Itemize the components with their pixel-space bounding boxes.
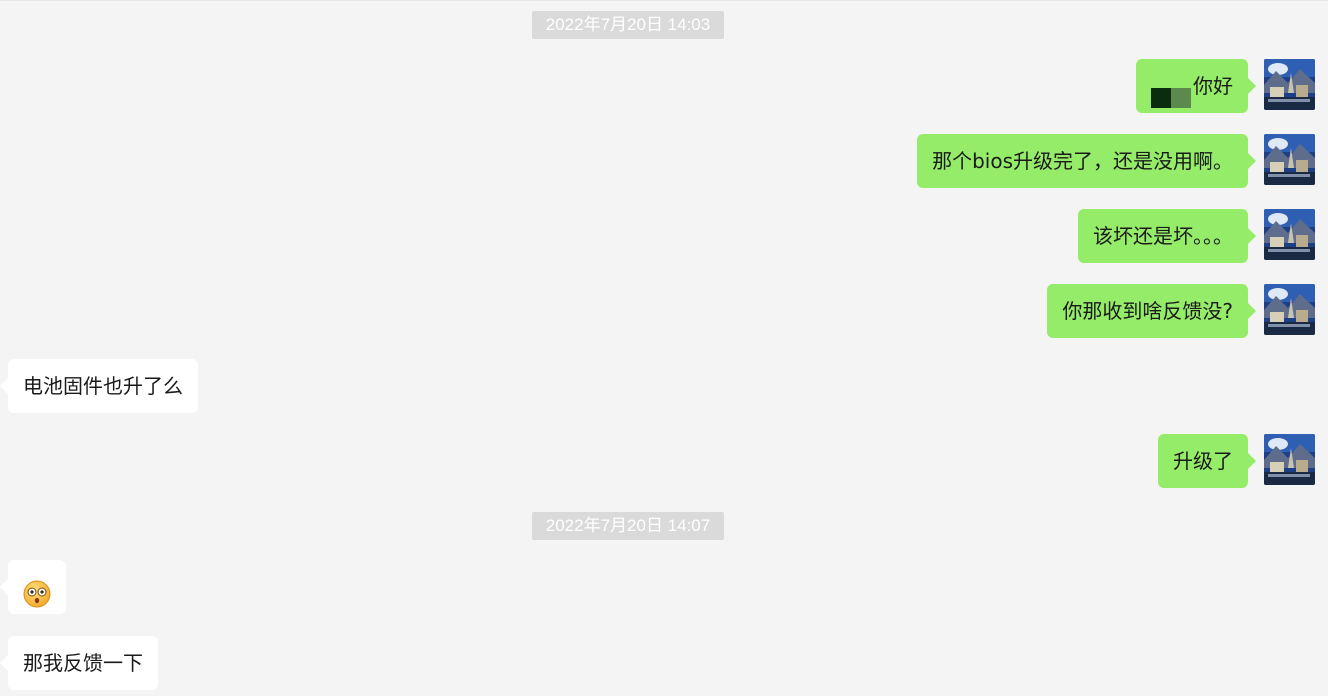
chat-window: 2022年7月20日 14:03 你好 那个bios升级完了，还是没用啊。 该坏… — [0, 0, 1328, 696]
landscape-avatar-icon — [1264, 284, 1315, 335]
message-bubble-outgoing[interactable]: 该坏还是坏。。。 — [1078, 209, 1256, 263]
avatar[interactable] — [1264, 134, 1315, 185]
message-bubble-outgoing[interactable]: 那个bios升级完了，还是没用啊。 — [917, 134, 1256, 188]
landscape-avatar-icon — [1264, 434, 1315, 485]
message-bubble-incoming[interactable]: 那我反馈一下 — [0, 636, 158, 690]
avatar[interactable] — [1264, 434, 1315, 485]
message-bubble-outgoing[interactable]: 你那收到啥反馈没? — [1047, 284, 1256, 338]
landscape-avatar-icon — [1264, 59, 1315, 110]
message-text: 你那收到啥反馈没? — [1062, 299, 1233, 323]
message-bubble-incoming[interactable] — [0, 560, 66, 614]
landscape-avatar-icon — [1264, 209, 1315, 260]
landscape-avatar-icon — [1264, 134, 1315, 185]
timestamp: 2022年7月20日 14:07 — [532, 512, 724, 540]
message-text: 该坏还是坏。。。 — [1093, 224, 1233, 248]
avatar[interactable] — [1264, 209, 1315, 260]
avatar[interactable] — [1264, 59, 1315, 110]
redacted-name-block — [1151, 74, 1191, 108]
message-bubble-incoming[interactable]: 电池固件也升了么 — [0, 359, 198, 413]
message-text: 电池固件也升了么 — [23, 374, 183, 398]
timestamp: 2022年7月20日 14:03 — [532, 11, 724, 39]
avatar[interactable] — [1264, 284, 1315, 335]
shocked-face-emoji-icon — [23, 574, 51, 607]
message-text: 那我反馈一下 — [23, 651, 143, 675]
message-text: 升级了 — [1173, 449, 1233, 473]
message-bubble-outgoing[interactable]: 你好 — [1136, 59, 1256, 113]
message-bubble-outgoing[interactable]: 升级了 — [1158, 434, 1256, 488]
message-text: 你好 — [1193, 74, 1233, 98]
message-text: 那个bios升级完了，还是没用啊。 — [932, 149, 1233, 173]
